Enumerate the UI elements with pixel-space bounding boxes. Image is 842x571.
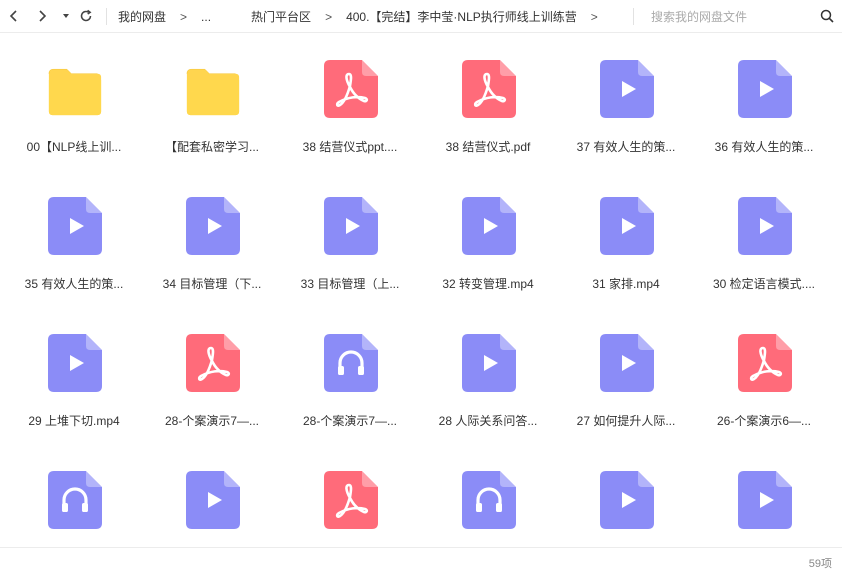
folder-icon <box>48 68 102 116</box>
file-item[interactable]: 24 高情商的人是... <box>695 445 833 547</box>
audio-file-icon <box>462 471 516 529</box>
video-file-icon <box>738 197 792 255</box>
video-file-icon <box>186 471 240 529</box>
video-file-icon <box>324 197 378 255</box>
toolbar: 我的网盘 > ... 热门平台区 > 400.【完结】李中莹·NLP执行师线上训… <box>0 0 842 33</box>
breadcrumb-item-ellipsis[interactable]: ... <box>201 10 211 24</box>
file-name: 38 结营仪式ppt.... <box>302 140 398 154</box>
file-item[interactable]: 25 生活中，什么... <box>557 445 695 547</box>
file-item[interactable]: 25-个案演示5—... <box>419 445 557 547</box>
file-name: 26-个案演示6—... <box>716 414 812 428</box>
pdf-file-icon <box>324 60 378 118</box>
file-grid: 00【NLP线上训... 【配套私密学习... 38 结营仪式ppt.... 38 结… <box>0 34 842 547</box>
file-item[interactable]: 25-个案演示5—... <box>281 445 419 547</box>
video-file-icon <box>738 471 792 529</box>
video-file-icon <box>600 197 654 255</box>
file-name: 31 家排.mp4 <box>592 277 660 291</box>
breadcrumb-separator: > <box>325 9 333 24</box>
audio-file-icon <box>48 471 102 529</box>
video-file-icon <box>48 197 102 255</box>
file-name: 30 检定语言模式.... <box>712 277 816 291</box>
search-input[interactable] <box>651 9 811 24</box>
video-file-icon <box>186 197 240 255</box>
search-box <box>651 0 821 33</box>
file-item[interactable]: 26 如何提升人际... <box>143 445 281 547</box>
file-name: 28 人际关系问答... <box>438 414 538 428</box>
file-item[interactable]: 35 有效人生的策... <box>5 171 143 291</box>
file-name: 37 有效人生的策... <box>576 140 676 154</box>
chevron-left-icon <box>9 10 17 22</box>
file-name: 38 结营仪式.pdf <box>445 140 531 154</box>
file-item[interactable]: 36 有效人生的策... <box>695 34 833 154</box>
file-item[interactable]: 00【NLP线上训... <box>5 34 143 154</box>
breadcrumb-item-hot[interactable]: 热门平台区 <box>251 8 311 25</box>
video-file-icon <box>600 334 654 392</box>
file-name: 36 有效人生的策... <box>714 140 814 154</box>
chevron-right-icon <box>39 10 47 22</box>
file-name: 34 目标管理（下... <box>162 277 262 291</box>
pdf-file-icon <box>462 60 516 118</box>
video-file-icon <box>600 60 654 118</box>
file-item[interactable]: 33 目标管理（上... <box>281 171 419 291</box>
file-name: 32 转变管理.mp4 <box>442 277 534 291</box>
file-item[interactable]: 28-个案演示7—... <box>281 308 419 428</box>
video-file-icon <box>48 334 102 392</box>
history-dropdown-button[interactable] <box>56 6 76 26</box>
folder-icon <box>186 68 240 116</box>
pdf-file-icon <box>324 471 378 529</box>
file-name: 【配套私密学习... <box>164 140 259 154</box>
file-item[interactable]: 26-个案演示6—... <box>695 308 833 428</box>
search-icon[interactable] <box>820 9 834 23</box>
file-item[interactable]: 38 结营仪式ppt.... <box>281 34 419 154</box>
file-name: 28-个案演示7—... <box>164 414 260 428</box>
file-item[interactable]: 37 有效人生的策... <box>557 34 695 154</box>
file-item[interactable]: 31 家排.mp4 <box>557 171 695 291</box>
file-name: 27 如何提升人际... <box>576 414 676 428</box>
status-bar: 59项 <box>0 547 842 571</box>
file-item[interactable]: 30 检定语言模式.... <box>695 171 833 291</box>
video-file-icon <box>738 60 792 118</box>
refresh-button[interactable] <box>76 6 96 26</box>
file-item[interactable]: 【配套私密学习... <box>143 34 281 154</box>
file-item[interactable]: 32 转变管理.mp4 <box>419 171 557 291</box>
pdf-file-icon <box>186 334 240 392</box>
file-item[interactable]: 34 目标管理（下... <box>143 171 281 291</box>
audio-file-icon <box>324 334 378 392</box>
file-item[interactable]: 38 结营仪式.pdf <box>419 34 557 154</box>
divider <box>633 8 634 25</box>
file-name: 35 有效人生的策... <box>24 277 124 291</box>
file-item[interactable]: 28-个案演示7—... <box>143 308 281 428</box>
item-count: 59项 <box>808 558 832 570</box>
breadcrumb-separator: > <box>180 9 188 24</box>
caret-down-icon <box>63 14 69 18</box>
file-item[interactable]: 27 如何提升人际... <box>557 308 695 428</box>
forward-button[interactable] <box>32 6 52 26</box>
video-file-icon <box>462 197 516 255</box>
back-button[interactable] <box>4 6 24 26</box>
file-item[interactable]: 26-个案演示6—... <box>5 445 143 547</box>
pdf-file-icon <box>738 334 792 392</box>
file-item[interactable]: 29 上堆下切.mp4 <box>5 308 143 428</box>
file-item[interactable]: 28 人际关系问答... <box>419 308 557 428</box>
video-file-icon <box>462 334 516 392</box>
breadcrumb-item-root[interactable]: 我的网盘 <box>118 8 166 25</box>
file-name: 28-个案演示7—... <box>302 414 398 428</box>
refresh-icon <box>80 9 92 22</box>
breadcrumb-item-current[interactable]: 400.【完结】李中莹·NLP执行师线上训练营 <box>346 8 577 25</box>
divider <box>106 8 107 25</box>
breadcrumb-separator: > <box>590 9 598 24</box>
video-file-icon <box>600 471 654 529</box>
file-name: 00【NLP线上训... <box>26 140 122 154</box>
file-name: 33 目标管理（上... <box>300 277 400 291</box>
breadcrumb: 我的网盘 > ... 热门平台区 > 400.【完结】李中莹·NLP执行师线上训… <box>118 0 612 33</box>
file-name: 29 上堆下切.mp4 <box>28 414 120 428</box>
